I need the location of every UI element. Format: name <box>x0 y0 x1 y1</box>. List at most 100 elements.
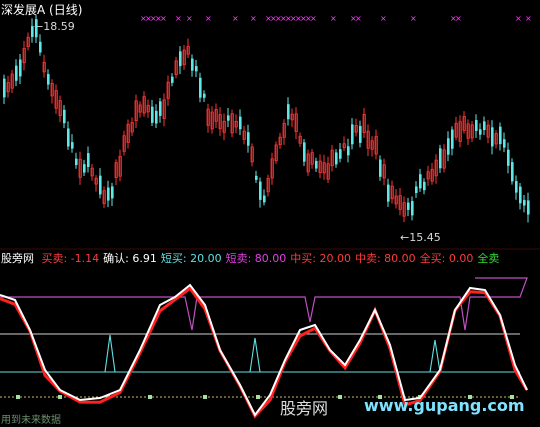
short-sell-line <box>0 277 528 331</box>
candle-body <box>503 139 506 148</box>
candle-body <box>3 78 6 98</box>
signal-cross: × <box>525 14 532 23</box>
candle-body <box>507 149 510 166</box>
indicator-item: 中买: 20.00 <box>290 252 351 265</box>
candle-body <box>151 106 154 123</box>
candle-body <box>31 26 34 37</box>
candle-body <box>263 195 266 203</box>
candle-body <box>259 181 262 200</box>
signal-cross: × <box>455 14 462 23</box>
candle-body <box>199 77 202 98</box>
candle-body <box>179 51 182 67</box>
candle-body <box>387 184 390 202</box>
candle-body <box>351 124 354 145</box>
signal-cross: × <box>515 14 522 23</box>
candle-body <box>491 127 494 147</box>
candle-body <box>515 180 518 193</box>
candle-body <box>287 104 290 120</box>
candle-body <box>347 146 350 156</box>
candle-body <box>315 160 318 169</box>
candle-body <box>439 148 442 169</box>
indicator-item: 短卖: 80.00 <box>225 252 287 265</box>
signal-cross: × <box>310 14 317 23</box>
candle-body <box>75 158 78 166</box>
signal-cross: × <box>250 14 257 23</box>
indicator-item: 买卖: -1.14 <box>41 252 100 265</box>
indicator-name: 股旁网 <box>1 252 34 265</box>
candle-body <box>203 93 206 98</box>
signal-cross: × <box>205 14 212 23</box>
candle-body <box>19 59 22 77</box>
signal-cross: × <box>175 14 182 23</box>
candle-body <box>499 126 502 145</box>
signal-cross: × <box>410 14 417 23</box>
candle-body <box>415 186 418 193</box>
indicator-item: 短买: 20.00 <box>160 252 222 265</box>
signal-cross: × <box>160 14 167 23</box>
short-buy-spike <box>429 339 441 373</box>
signal-marker <box>256 395 260 399</box>
candle-body <box>155 110 158 124</box>
candlestick-series <box>3 14 530 223</box>
stock-chart-canvas[interactable]: ××××× × × × × × ×××××××××× × ×× × × ×× × × <box>0 0 540 427</box>
candle-body <box>479 129 482 135</box>
candle-body <box>423 181 426 191</box>
indicator-item: 全买: 0.00 <box>419 252 474 265</box>
signal-marker <box>148 395 152 399</box>
candle-body <box>39 41 42 53</box>
candle-body <box>83 164 86 173</box>
indicator-item: 全卖 <box>477 252 500 265</box>
candle-body <box>171 76 174 83</box>
candle-body <box>87 153 90 168</box>
signal-cross: × <box>330 14 337 23</box>
candle-body <box>107 187 110 201</box>
indicator-item: 中卖: 80.00 <box>354 252 416 265</box>
candle-body <box>191 58 194 71</box>
candle-body <box>519 186 522 204</box>
candle-body <box>63 109 66 124</box>
candle-body <box>475 120 478 131</box>
candle-body <box>411 201 414 216</box>
candle-body <box>195 66 198 72</box>
watermark-text: 股旁网 <box>280 399 329 418</box>
candle-body <box>303 142 306 162</box>
candle-body <box>99 175 102 195</box>
signal-cross-row: ××××× × × × × × ×××××××××× × ×× × × ×× × × <box>140 14 532 23</box>
signal-cross: × <box>355 14 362 23</box>
short-buy-spike <box>249 337 261 373</box>
candle-body <box>511 162 514 182</box>
watermark-url: www.gupang.com <box>364 396 525 415</box>
candle-body <box>67 128 70 147</box>
candle-body <box>227 115 230 121</box>
footer-note: 用到未来数据 <box>1 415 61 426</box>
short-buy-spike <box>104 334 116 373</box>
candle-body <box>335 152 338 165</box>
candle-body <box>483 121 486 131</box>
candle-body <box>359 125 362 143</box>
signal-marker <box>338 395 342 399</box>
signal-marker <box>58 395 62 399</box>
candle-body <box>451 129 454 149</box>
candle-body <box>247 132 250 146</box>
signal-cross: × <box>380 14 387 23</box>
signal-cross: × <box>232 14 239 23</box>
candle-body <box>71 142 74 149</box>
candle-body <box>339 149 342 159</box>
candle-body <box>159 101 162 116</box>
candle-body <box>447 138 450 155</box>
signal-marker <box>16 395 20 399</box>
candle-body <box>15 65 18 81</box>
candle-body <box>523 200 526 206</box>
candle-body <box>379 159 382 177</box>
candle-body <box>255 175 258 180</box>
indicator-legend: 股旁网 买卖: -1.14 确认: 6.91 短买: 20.00 短卖: 80.00 中… <box>1 252 503 266</box>
indicator-item: 确认: 6.91 <box>103 252 157 265</box>
signal-cross: × <box>186 14 193 23</box>
candle-body <box>239 116 242 130</box>
candle-body <box>527 200 530 215</box>
candle-body <box>419 174 422 189</box>
candle-body <box>407 202 410 210</box>
candle-body <box>47 74 50 85</box>
candle-body <box>35 19 38 38</box>
signal-marker <box>203 395 207 399</box>
